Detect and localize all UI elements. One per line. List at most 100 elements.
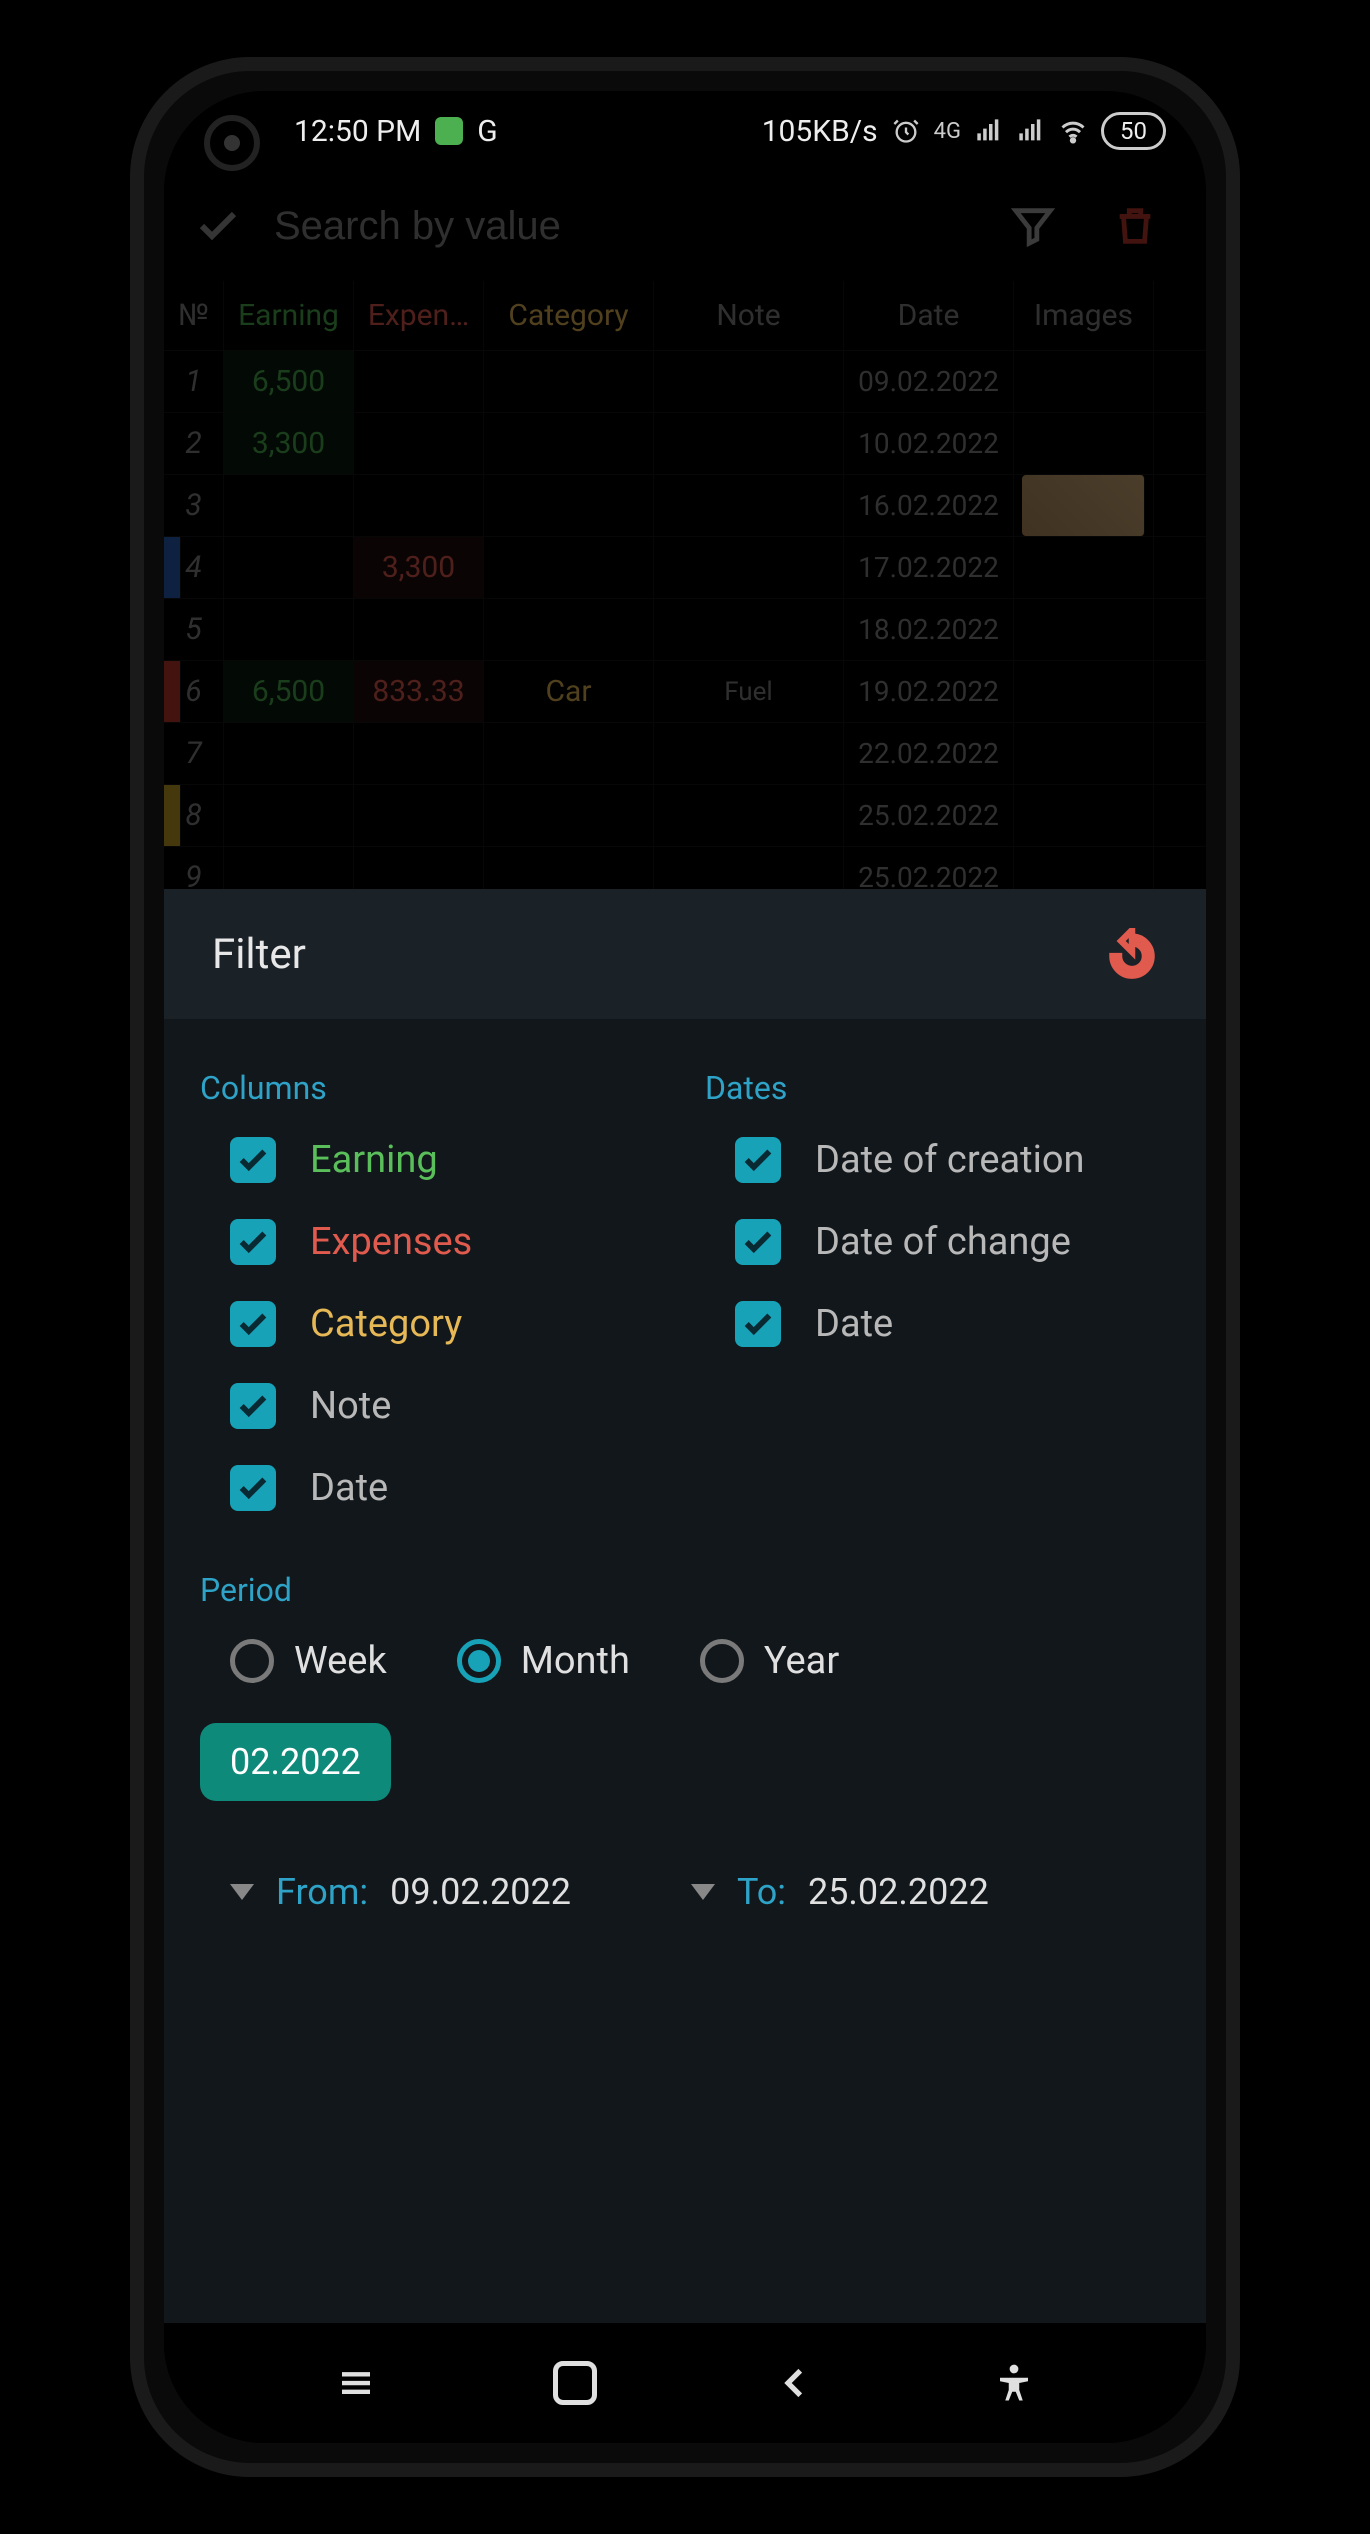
filter-title: Filter [212,930,306,979]
cell-earning [224,475,354,536]
nav-home-button[interactable] [548,2356,602,2410]
check-label: Note [310,1384,391,1428]
nav-menu-button[interactable] [329,2356,383,2410]
cell-date: 09.02.2022 [844,351,1014,412]
col-header-category[interactable]: Category [484,281,654,350]
check-label: Earning [310,1138,438,1182]
check-label: Date [310,1466,388,1510]
date-check[interactable]: Date of creation [735,1137,1170,1183]
table-row[interactable]: 23,300 10.02.2022 [164,413,1206,475]
table-row[interactable]: 825.02.2022 [164,785,1206,847]
columns-label: Columns [200,1069,665,1107]
cell-date: 18.02.2022 [844,599,1014,660]
status-app-icon [435,117,463,145]
filter-icon[interactable] [1010,203,1056,249]
cell-note [654,723,844,784]
trash-icon[interactable] [1112,203,1158,249]
cell-category [484,351,654,412]
status-speed: 105KB/s [762,114,878,149]
period-radio-week[interactable]: Week [230,1639,387,1683]
cell-date: 25.02.2022 [844,785,1014,846]
cell-note [654,351,844,412]
phone-frame: 12:50 PM G 105KB/s 4G 50 [130,57,1240,2477]
table-row[interactable]: 316.02.2022 [164,475,1206,537]
cell-expense [354,785,484,846]
checkbox-icon [735,1137,781,1183]
filter-header: Filter [164,889,1206,1019]
cell-date: 22.02.2022 [844,723,1014,784]
reset-icon[interactable] [1106,928,1158,980]
cell-earning [224,785,354,846]
search-input[interactable] [262,204,972,249]
period-section: Period Week Month Year 02.2022 From: 09.02… [200,1571,1170,1913]
cell-num: 3 [164,475,224,536]
col-header-images[interactable]: Images [1014,281,1154,350]
col-header-earning[interactable]: Earning [224,281,354,350]
cell-num: 2 [164,413,224,474]
cell-earning: 3,300 [224,413,354,474]
cell-note [654,599,844,660]
dates-section: Dates Date of creation Date of change Date [705,1069,1170,1511]
cell-earning [224,537,354,598]
col-header-note[interactable]: Note [654,281,844,350]
check-label: Date of change [815,1220,1071,1264]
cell-expense [354,413,484,474]
dropdown-icon [230,1884,254,1900]
column-check-category[interactable]: Category [230,1301,665,1347]
column-check-note[interactable]: Note [230,1383,665,1429]
nav-back-button[interactable] [768,2356,822,2410]
table-header: № Earning Expen… Category Note Date Imag… [164,281,1206,351]
from-label: From: [276,1871,368,1913]
radio-label: Year [764,1639,839,1683]
row-marker [164,785,181,846]
cell-category [484,599,654,660]
period-label: Period [200,1571,1170,1609]
table-row[interactable]: 16,50009.02.2022 [164,351,1206,413]
period-radio-month[interactable]: Month [457,1639,630,1683]
confirm-icon[interactable] [194,202,242,250]
to-date-picker[interactable]: To: 25.02.2022 [691,1871,989,1913]
cell-earning: 6,500 [224,351,354,412]
col-header-expense[interactable]: Expen… [354,281,484,350]
date-check[interactable]: Date of change [735,1219,1170,1265]
cell-expense: 833.33 [354,661,484,722]
nav-accessibility-button[interactable] [987,2356,1041,2410]
table-row[interactable]: 43,30017.02.2022 [164,537,1206,599]
column-check-expenses[interactable]: Expenses [230,1219,665,1265]
column-check-earning[interactable]: Earning [230,1137,665,1183]
to-value: 25.02.2022 [808,1871,989,1913]
dates-label: Dates [705,1069,1170,1107]
radio-label: Week [294,1639,387,1683]
table-row[interactable]: 66,500833.33CarFuel19.02.2022 [164,661,1206,723]
col-header-num: № [164,281,224,350]
column-check-date[interactable]: Date [230,1465,665,1511]
cell-num: 5 [164,599,224,660]
cell-image [1014,475,1154,536]
cell-num: 7 [164,723,224,784]
data-table: № Earning Expen… Category Note Date Imag… [164,281,1206,909]
table-row[interactable]: 5 18.02.2022 [164,599,1206,661]
cell-earning [224,599,354,660]
period-chip[interactable]: 02.2022 [200,1723,391,1801]
row-marker [164,537,181,598]
col-header-date[interactable]: Date [844,281,1014,350]
filter-sheet: Filter Columns Earning Expenses Category No… [164,889,1206,2323]
checkbox-icon [230,1137,276,1183]
cell-note [654,413,844,474]
cell-category: Car [484,661,654,722]
cell-date: 10.02.2022 [844,413,1014,474]
front-camera [204,115,260,171]
table-row[interactable]: 7 22.02.2022 [164,723,1206,785]
status-bar: 12:50 PM G 105KB/s 4G 50 [164,91,1206,171]
to-label: To: [737,1871,786,1913]
cell-expense: 3,300 [354,537,484,598]
date-check[interactable]: Date [735,1301,1170,1347]
columns-section: Columns Earning Expenses Category Note Date [200,1069,665,1511]
radio-icon [457,1639,501,1683]
cell-note [654,475,844,536]
from-date-picker[interactable]: From: 09.02.2022 [230,1871,571,1913]
cell-note [654,537,844,598]
signal-icon-2 [1017,117,1045,145]
period-radio-year[interactable]: Year [700,1639,839,1683]
cell-expense [354,599,484,660]
